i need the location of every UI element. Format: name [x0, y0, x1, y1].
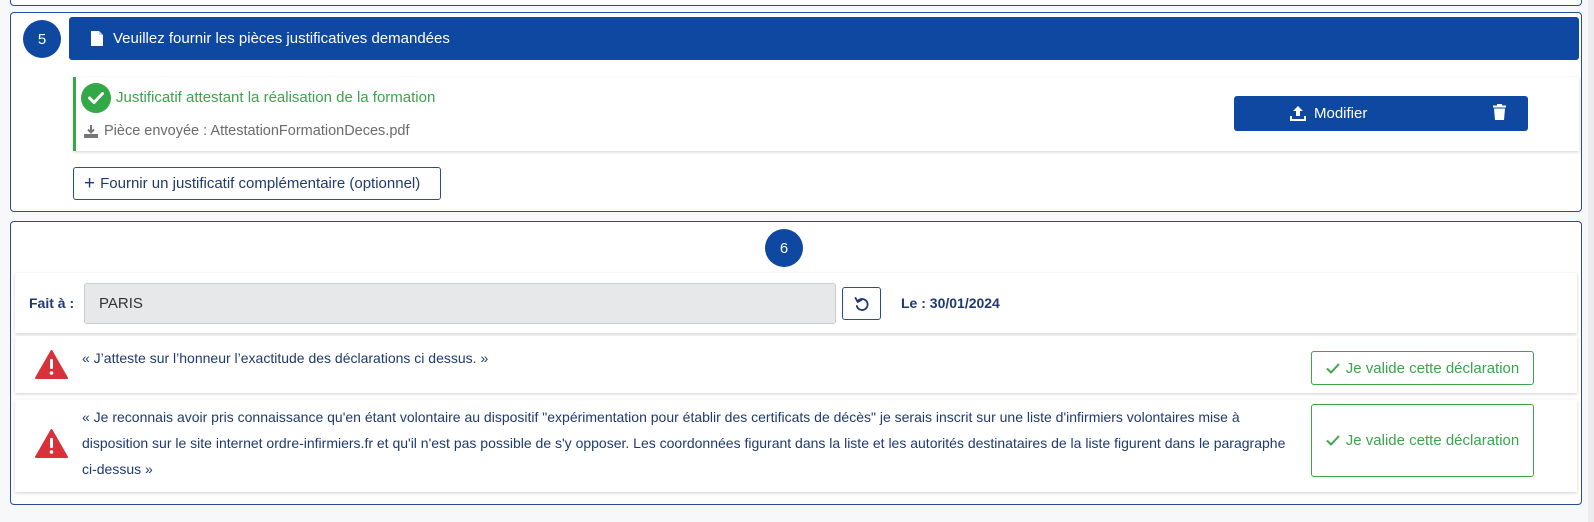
justificatif-title: Justificatif attestant la réalisation de… — [116, 89, 436, 106]
validate-declaration-label: Je valide cette déclaration — [1345, 359, 1520, 377]
place-label: Fait à : — [29, 295, 75, 311]
section-header: Veuillez fournir les pièces justificativ… — [69, 17, 1579, 60]
declaration-text: « J’atteste sur l’honneur l’exactitude d… — [82, 350, 489, 366]
date-label: Le : 30/01/2024 — [901, 295, 1000, 311]
justificatif-item: Justificatif attestant la réalisation de… — [73, 77, 1579, 151]
validate-declaration-button[interactable]: Je valide cette déclaration — [1311, 404, 1534, 477]
section-header-title: Veuillez fournir les pièces justificativ… — [113, 30, 450, 47]
warning-icon — [35, 350, 68, 379]
plus-icon: + — [84, 173, 96, 194]
add-supporting-document-button[interactable]: + Fournir un justificatif complémentaire… — [73, 167, 441, 200]
step-number-5: 5 — [23, 20, 61, 58]
check-icon — [1326, 435, 1340, 446]
check-icon — [1326, 362, 1340, 374]
validate-declaration-button[interactable]: Je valide cette déclaration — [1311, 351, 1534, 385]
reset-city-button[interactable] — [842, 287, 881, 320]
justificatif-file-link[interactable]: Pièce envoyée : AttestationFormationDece… — [84, 123, 409, 139]
city-input[interactable] — [84, 283, 836, 324]
step-number-6: 6 — [765, 229, 803, 267]
scrollbar-track[interactable] — [1588, 0, 1594, 522]
add-supporting-document-label: Fournir un justificatif complémentaire (… — [100, 175, 421, 192]
declaration-text: « Je reconnais avoir pris connaissance q… — [82, 409, 1286, 477]
download-icon — [84, 124, 98, 138]
check-circle-icon — [81, 83, 111, 113]
declaration-row: « Je reconnais avoir pris connaissance q… — [15, 400, 1577, 492]
document-icon — [91, 31, 103, 46]
warning-icon — [35, 429, 68, 458]
upload-icon — [1290, 106, 1306, 121]
place-date-row: Fait à : Le : 30/01/2024 — [15, 273, 1577, 333]
validate-declaration-label: Je valide cette déclaration — [1345, 432, 1520, 449]
modify-button-label: Modifier — [1314, 105, 1368, 122]
trash-icon[interactable] — [1493, 104, 1506, 120]
declaration-row: « J’atteste sur l’honneur l’exactitude d… — [15, 336, 1577, 393]
undo-icon — [854, 296, 868, 311]
section-6-card: 6 Fait à : Le : 30/01/2024 « J’atteste s… — [10, 221, 1582, 505]
section-5-card: 5 Veuillez fournir les pièces justificat… — [10, 12, 1582, 212]
modify-button[interactable]: Modifier — [1234, 96, 1528, 131]
justificatif-file-label: Pièce envoyée : AttestationFormationDece… — [104, 123, 410, 139]
previous-card-edge — [10, 0, 1582, 6]
